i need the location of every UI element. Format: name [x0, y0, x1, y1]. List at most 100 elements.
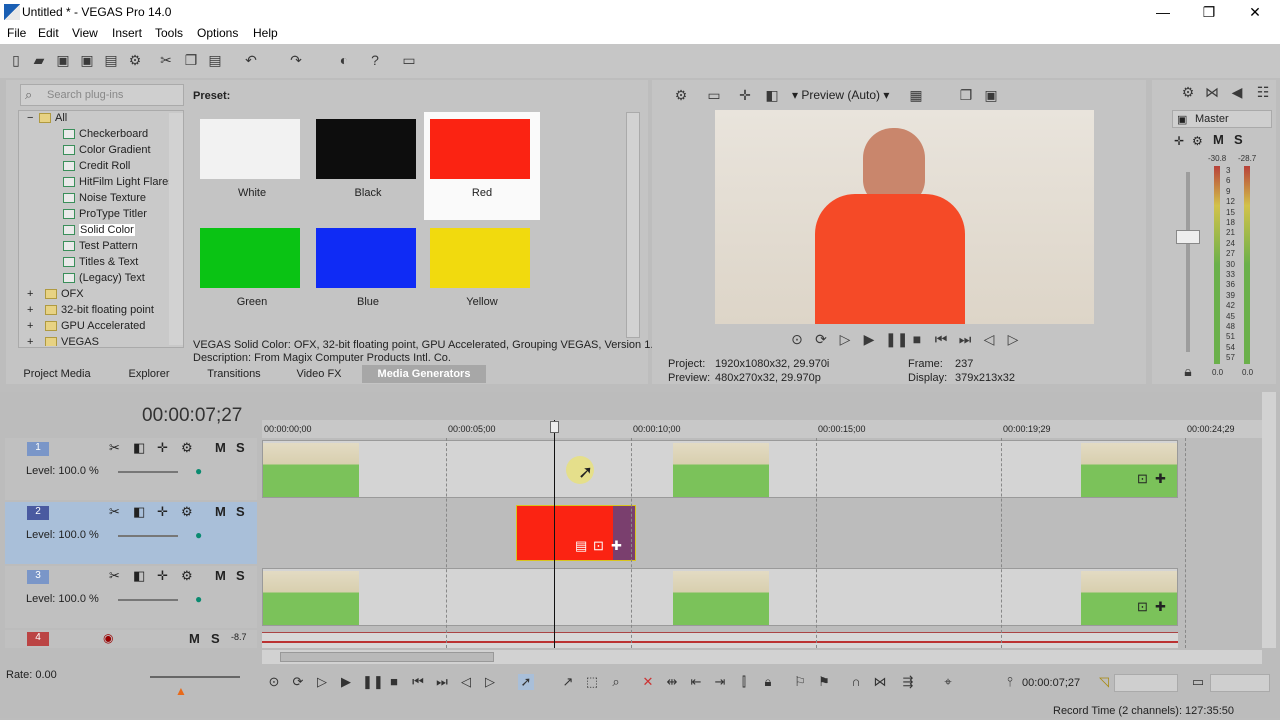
tree-item-color-gradient[interactable]: Color Gradient [63, 144, 151, 160]
delete-icon[interactable]: ✕ [640, 674, 656, 690]
tree-item-32bit[interactable]: +32-bit floating point [27, 304, 154, 320]
envelope-tool-icon[interactable]: ↗ [560, 674, 576, 690]
pause-icon[interactable]: ❚❚ [362, 674, 384, 690]
tree-item-vegas[interactable]: + VEGAS [27, 336, 99, 346]
properties-gear-icon[interactable]: ⚙ [127, 52, 143, 68]
track-solo-button[interactable]: S [236, 568, 245, 583]
menu-options[interactable]: Options [197, 26, 238, 40]
preview-quality-dropdown[interactable]: ▾ Preview (Auto) ▾ [792, 88, 889, 102]
preset-white[interactable]: White [194, 112, 310, 220]
tab-transitions[interactable]: Transitions [196, 365, 272, 383]
open-folder-icon[interactable]: ▰ [31, 52, 47, 68]
undo-icon[interactable]: ↶ [243, 52, 259, 68]
new-file-icon[interactable]: ▯ [8, 52, 24, 68]
notes-icon[interactable]: ▭ [401, 52, 417, 68]
preset-blue[interactable]: Blue [310, 221, 426, 329]
track-mute-button[interactable]: M [189, 631, 200, 646]
copy-icon[interactable]: ❐ [183, 52, 199, 68]
mixer-speaker-icon[interactable]: ◀ [1229, 84, 1245, 100]
plugin-search-box[interactable]: ⌕ Search plug-ins [20, 84, 184, 106]
mixer-properties-gear-icon[interactable]: ⚙ [1180, 84, 1196, 100]
trim-start-icon[interactable]: ⇤ [688, 674, 704, 690]
playhead-handle[interactable] [550, 421, 559, 433]
marker-icon[interactable]: ⚐ [792, 674, 808, 690]
event-fx-icon[interactable]: ✚ [1155, 599, 1166, 615]
loop-playback-icon[interactable]: ⟳ [290, 674, 306, 690]
lock-icon[interactable]: 🔒︎ [1180, 363, 1196, 379]
cursor-time-display[interactable]: 00:00:07;27 [1022, 677, 1080, 689]
timeline-vertical-scrollbar[interactable] [1262, 392, 1276, 648]
tree-item-hitfilm-light-flares[interactable]: HitFilm Light Flares [63, 176, 174, 192]
track-motion-icon[interactable]: ◧ [133, 568, 145, 584]
preset-yellow[interactable]: Yellow [424, 221, 540, 329]
normal-edit-tool-icon[interactable]: ➚ [518, 674, 534, 690]
mixer-fx-gear-icon[interactable]: ⚙ [1192, 134, 1203, 148]
play-icon[interactable]: ▶ [861, 331, 877, 347]
tree-item-protype-titler[interactable]: ProType Titler [63, 208, 147, 224]
event-pan-crop-icon[interactable]: ⊡ [593, 538, 604, 554]
rate-slider-handle-icon[interactable]: ▲ [175, 684, 187, 698]
preset-red[interactable]: Red [424, 112, 540, 220]
event-pan-crop-icon[interactable]: ⊡ [1137, 471, 1148, 487]
track-compositing-icon[interactable]: ✛ [157, 504, 168, 520]
tree-item-titles-text[interactable]: Titles & Text [63, 256, 138, 272]
track-composite-mode-icon[interactable]: ● [195, 592, 202, 606]
expand-icon[interactable]: + [27, 336, 45, 346]
preset-black[interactable]: Black [310, 112, 426, 220]
mixer-faders-icon[interactable]: ☷ [1255, 84, 1271, 100]
track-level-slider[interactable] [118, 471, 178, 473]
go-to-end-icon[interactable]: ⏭ [434, 674, 450, 690]
menu-view[interactable]: View [72, 26, 98, 40]
loop-length-field[interactable] [1114, 674, 1178, 692]
play-from-start-icon[interactable]: ▷ [837, 331, 853, 347]
tab-media-generators[interactable]: Media Generators [362, 365, 486, 383]
tree-item-noise-texture[interactable]: Noise Texture [63, 192, 146, 208]
overlays-grid-icon[interactable]: ▦ [908, 87, 924, 103]
tree-item-credit-roll[interactable]: Credit Roll [63, 160, 130, 176]
timecode-dropdown-icon[interactable]: ▭ [1190, 674, 1206, 690]
go-to-start-icon[interactable]: ⏮ [933, 331, 949, 347]
save-icon[interactable]: ▣ [55, 52, 71, 68]
preview-properties-gear-icon[interactable]: ⚙ [673, 87, 689, 103]
pause-icon[interactable]: ❚❚ [885, 331, 908, 347]
selection-tool-icon[interactable]: ⬚ [584, 674, 600, 690]
expand-icon[interactable]: + [27, 320, 45, 332]
track-level-slider[interactable] [118, 535, 178, 537]
track-level-slider[interactable] [118, 599, 178, 601]
solid-color-event[interactable]: ▤ ⊡ ✚ [516, 505, 636, 561]
maximize-button[interactable]: ❐ [1186, 0, 1232, 24]
lock-envelopes-icon[interactable]: ⌖ [940, 674, 956, 690]
next-frame-icon[interactable]: ▷ [1005, 331, 1021, 347]
scroll-thumb[interactable] [280, 652, 494, 662]
copy-snapshot-icon[interactable]: ❐ [958, 87, 974, 103]
go-to-start-icon[interactable]: ⏮ [410, 674, 426, 690]
trim-icon[interactable]: ⇹ [664, 674, 680, 690]
video-event-track3[interactable]: ⊡ ✚ [262, 568, 1178, 626]
track-header-4[interactable]: 4 ◉ M S -8.7 [5, 630, 257, 648]
track-motion-icon[interactable]: ◧ [133, 440, 145, 456]
track-header-3[interactable]: 3 ✂ ◧ ✛ ⚙ M S Level: 100.0 % ● [5, 566, 257, 628]
paste-icon[interactable]: ▤ [207, 52, 223, 68]
timeline-cursor[interactable] [554, 420, 555, 648]
tree-vertical-scrollbar[interactable] [169, 113, 183, 345]
lock-icon[interactable]: 🔒︎ [760, 674, 776, 690]
tree-item-checkerboard[interactable]: Checkerboard [63, 128, 148, 144]
record-icon[interactable]: ⊙ [266, 674, 282, 690]
close-button[interactable]: ✕ [1232, 0, 1278, 24]
video-event-track1[interactable]: ⊡ ✚ [262, 440, 1178, 498]
go-to-end-icon[interactable]: ⏭ [957, 331, 973, 347]
track-composite-mode-icon[interactable]: ● [195, 464, 202, 478]
menu-edit[interactable]: Edit [38, 26, 59, 40]
loop-end-field[interactable] [1210, 674, 1270, 692]
play-icon[interactable]: ▶ [338, 674, 354, 690]
play-from-start-icon[interactable]: ▷ [314, 674, 330, 690]
auto-crossfade-icon[interactable]: ⋈ [872, 674, 888, 690]
tree-item-all[interactable]: − All [27, 112, 67, 128]
preset-scrollbar[interactable] [626, 112, 640, 338]
loop-playback-icon[interactable]: ⟳ [813, 331, 829, 347]
master-mute-button[interactable]: M [1213, 132, 1224, 147]
redo-icon[interactable]: ↷ [288, 52, 304, 68]
minimize-button[interactable]: — [1140, 0, 1186, 24]
track-motion-icon[interactable]: ◧ [133, 504, 145, 520]
cut-icon[interactable]: ✂ [158, 52, 174, 68]
